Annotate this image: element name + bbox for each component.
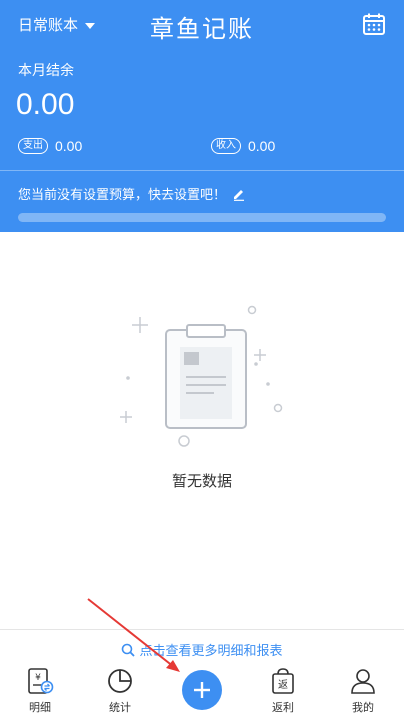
expense-value: 0.00 xyxy=(55,138,83,154)
month-balance-value: 0.00 xyxy=(16,88,75,121)
tab-mine-label: 我的 xyxy=(352,701,374,714)
view-more-link[interactable]: 点击查看更多明细和报表 xyxy=(0,640,404,659)
empty-clipboard-illustration xyxy=(120,305,283,447)
tab-mine[interactable]: 我的 xyxy=(333,666,393,715)
income-value: 0.00 xyxy=(248,138,276,154)
add-record-button[interactable] xyxy=(182,670,222,710)
svg-text:¥: ¥ xyxy=(35,673,41,683)
person-icon xyxy=(351,669,375,694)
budget-prompt-text: 您当前没有设置预算，快去设置吧！ xyxy=(18,188,227,203)
calendar-icon[interactable] xyxy=(362,12,386,36)
bottom-tab-bar: ¥ 明细 统计 返 返利 我的 xyxy=(0,662,404,720)
shopping-bag-icon: 返 xyxy=(272,668,294,694)
tab-rebate-label: 返利 xyxy=(272,701,294,714)
app-title: 章鱼记账 xyxy=(150,15,254,43)
empty-state-message: 暂无数据 xyxy=(171,472,232,490)
pencil-icon[interactable] xyxy=(232,187,246,201)
month-balance-label: 本月结余 xyxy=(18,63,74,79)
search-icon xyxy=(122,643,136,657)
summary-header: 日常账本 章鱼记账 本月结余 0.00 支出 0.00 收入 0.00 您当前没… xyxy=(0,0,404,232)
footer-divider xyxy=(0,629,404,630)
income-badge: 收入 xyxy=(211,138,241,154)
budget-prompt[interactable]: 您当前没有设置预算，快去设置吧！ xyxy=(18,184,246,203)
pie-chart-icon xyxy=(108,669,132,693)
top-bar: 日常账本 章鱼记账 xyxy=(0,0,404,50)
budget-progress-bar xyxy=(18,213,386,222)
tab-details[interactable]: ¥ 明细 xyxy=(10,666,70,715)
tab-statistics-label: 统计 xyxy=(109,701,131,714)
header-divider xyxy=(0,170,404,171)
svg-text:返: 返 xyxy=(278,679,288,691)
tab-rebate[interactable]: 返 返利 xyxy=(253,666,313,715)
expense-summary: 支出 0.00 xyxy=(18,138,82,154)
tab-statistics[interactable]: 统计 xyxy=(90,666,150,715)
ledger-icon: ¥ xyxy=(28,668,54,694)
plus-icon xyxy=(194,682,210,698)
expense-badge: 支出 xyxy=(18,138,48,154)
view-more-link-text: 点击查看更多明细和报表 xyxy=(139,644,283,659)
tab-details-label: 明细 xyxy=(29,701,51,714)
income-summary: 收入 0.00 xyxy=(211,138,275,154)
